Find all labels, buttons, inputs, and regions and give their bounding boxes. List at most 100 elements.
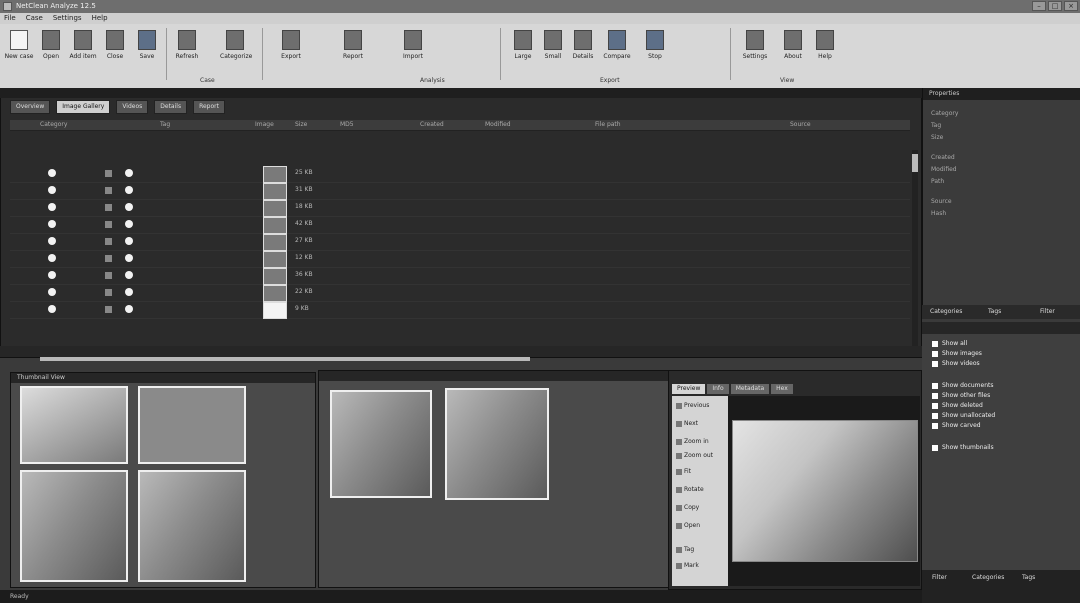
action-zoom-in[interactable]: Zoom in xyxy=(676,438,709,445)
tab-categories[interactable]: Categories xyxy=(972,574,1004,581)
report-button[interactable]: Report xyxy=(338,28,368,76)
column-header[interactable]: Size xyxy=(295,121,307,128)
column-header[interactable]: Category xyxy=(40,121,67,128)
checkbox[interactable] xyxy=(932,350,938,357)
table-row[interactable]: 27 KB xyxy=(10,233,910,251)
tab-videos[interactable]: Videos xyxy=(116,100,149,114)
checkbox[interactable] xyxy=(932,444,938,451)
column-header[interactable]: Tag xyxy=(160,121,170,128)
filter-option[interactable]: Show all xyxy=(932,340,967,347)
filter-option[interactable]: Show carved xyxy=(932,422,981,429)
column-header[interactable]: File path xyxy=(595,121,621,128)
image-thumbnail[interactable] xyxy=(263,285,287,302)
minimize-icon[interactable]: – xyxy=(1032,1,1046,11)
filter-option[interactable]: Show unallocated xyxy=(932,412,995,419)
table-row[interactable]: 42 KB xyxy=(10,216,910,234)
table-row[interactable]: 18 KB xyxy=(10,199,910,217)
thumbnail-tile[interactable] xyxy=(20,386,128,464)
checkbox[interactable] xyxy=(932,360,938,367)
image-thumbnail[interactable] xyxy=(263,217,287,234)
column-header[interactable]: Source xyxy=(790,121,811,128)
action-rotate[interactable]: Rotate xyxy=(676,486,704,493)
compare-button[interactable]: Compare xyxy=(602,28,632,76)
maximize-icon[interactable]: □ xyxy=(1048,1,1062,11)
table-row[interactable]: 31 KB xyxy=(10,182,910,200)
tab-filter[interactable]: Filter xyxy=(1040,308,1055,315)
close-icon[interactable]: × xyxy=(1064,1,1078,11)
menu-item[interactable]: File xyxy=(4,13,16,24)
vertical-scrollbar[interactable] xyxy=(912,150,918,350)
menu-item[interactable]: Case xyxy=(26,13,43,24)
image-thumbnail[interactable] xyxy=(263,302,287,319)
filter-option[interactable]: Show deleted xyxy=(932,402,983,409)
table-row[interactable]: 36 KB xyxy=(10,267,910,285)
column-header[interactable]: Created xyxy=(420,121,444,128)
categorize-button[interactable]: Categorize xyxy=(220,28,252,76)
close-button[interactable]: Close xyxy=(100,28,130,76)
column-header[interactable]: MD5 xyxy=(340,121,354,128)
table-row[interactable]: 22 KB xyxy=(10,284,910,302)
import-button[interactable]: Import xyxy=(398,28,428,76)
image-thumbnail[interactable] xyxy=(263,251,287,268)
action-tag[interactable]: Tag xyxy=(676,546,694,553)
table-row[interactable]: 9 KB xyxy=(10,301,910,319)
tab-tags[interactable]: Tags xyxy=(1022,574,1035,581)
column-header[interactable]: Image xyxy=(255,121,274,128)
tab-metadata[interactable]: Metadata xyxy=(730,384,770,394)
tab-hex[interactable]: Hex xyxy=(771,384,793,394)
checkbox[interactable] xyxy=(932,402,938,409)
help-button[interactable]: Help xyxy=(810,28,840,76)
image-thumbnail[interactable] xyxy=(263,183,287,200)
horizontal-scrollbar[interactable] xyxy=(40,357,530,361)
compare-tile[interactable] xyxy=(330,390,432,498)
tab-overview[interactable]: Overview xyxy=(10,100,51,114)
image-thumbnail[interactable] xyxy=(263,234,287,251)
thumbnail-tile[interactable] xyxy=(138,386,246,464)
action-zoom-out[interactable]: Zoom out xyxy=(676,452,713,459)
filter-option[interactable]: Show videos xyxy=(932,360,980,367)
thumbnail-tile[interactable] xyxy=(138,470,246,582)
tab-preview[interactable]: Preview xyxy=(672,384,706,394)
open-button[interactable]: Open xyxy=(36,28,66,76)
table-row[interactable]: 12 KB xyxy=(10,250,910,268)
details-view-button[interactable]: Details xyxy=(568,28,598,76)
small-view-button[interactable]: Small xyxy=(538,28,568,76)
export-button[interactable]: Export xyxy=(276,28,306,76)
checkbox[interactable] xyxy=(932,422,938,429)
column-header[interactable]: Modified xyxy=(485,121,511,128)
tab-image-gallery[interactable]: Image Gallery xyxy=(56,100,111,114)
image-thumbnail[interactable] xyxy=(263,200,287,217)
save-button[interactable]: Save xyxy=(132,28,162,76)
checkbox[interactable] xyxy=(932,382,938,389)
action-fit[interactable]: Fit xyxy=(676,468,691,475)
tab-report[interactable]: Report xyxy=(193,100,225,114)
filter-option[interactable]: Show other files xyxy=(932,392,990,399)
scrollbar-thumb[interactable] xyxy=(912,154,918,172)
image-thumbnail[interactable] xyxy=(263,268,287,285)
action-copy[interactable]: Copy xyxy=(676,504,699,511)
refresh-button[interactable]: Refresh xyxy=(172,28,202,76)
checkbox[interactable] xyxy=(932,340,938,347)
new-case-button[interactable]: New case xyxy=(4,28,34,76)
about-button[interactable]: About xyxy=(778,28,808,76)
filter-option[interactable]: Show images xyxy=(932,350,982,357)
action-previous[interactable]: Previous xyxy=(676,402,709,409)
action-next[interactable]: Next xyxy=(676,420,698,427)
filter-option[interactable]: Show thumbnails xyxy=(932,444,994,451)
table-row[interactable]: 25 KB xyxy=(10,165,910,183)
preview-image[interactable] xyxy=(732,420,918,562)
action-open[interactable]: Open xyxy=(676,522,700,529)
image-thumbnail[interactable] xyxy=(263,166,287,183)
tab-categories[interactable]: Categories xyxy=(930,308,962,315)
compare-tile[interactable] xyxy=(445,388,549,500)
add-item-button[interactable]: Add item xyxy=(68,28,98,76)
thumbnail-tile[interactable] xyxy=(20,470,128,582)
tab-info[interactable]: Info xyxy=(707,384,729,394)
filter-option[interactable]: Show documents xyxy=(932,382,994,389)
checkbox[interactable] xyxy=(932,412,938,419)
large-view-button[interactable]: Large xyxy=(508,28,538,76)
menu-item[interactable]: Help xyxy=(92,13,108,24)
menu-item[interactable]: Settings xyxy=(53,13,82,24)
stop-button[interactable]: Stop xyxy=(640,28,670,76)
tab-filter[interactable]: Filter xyxy=(932,574,947,581)
